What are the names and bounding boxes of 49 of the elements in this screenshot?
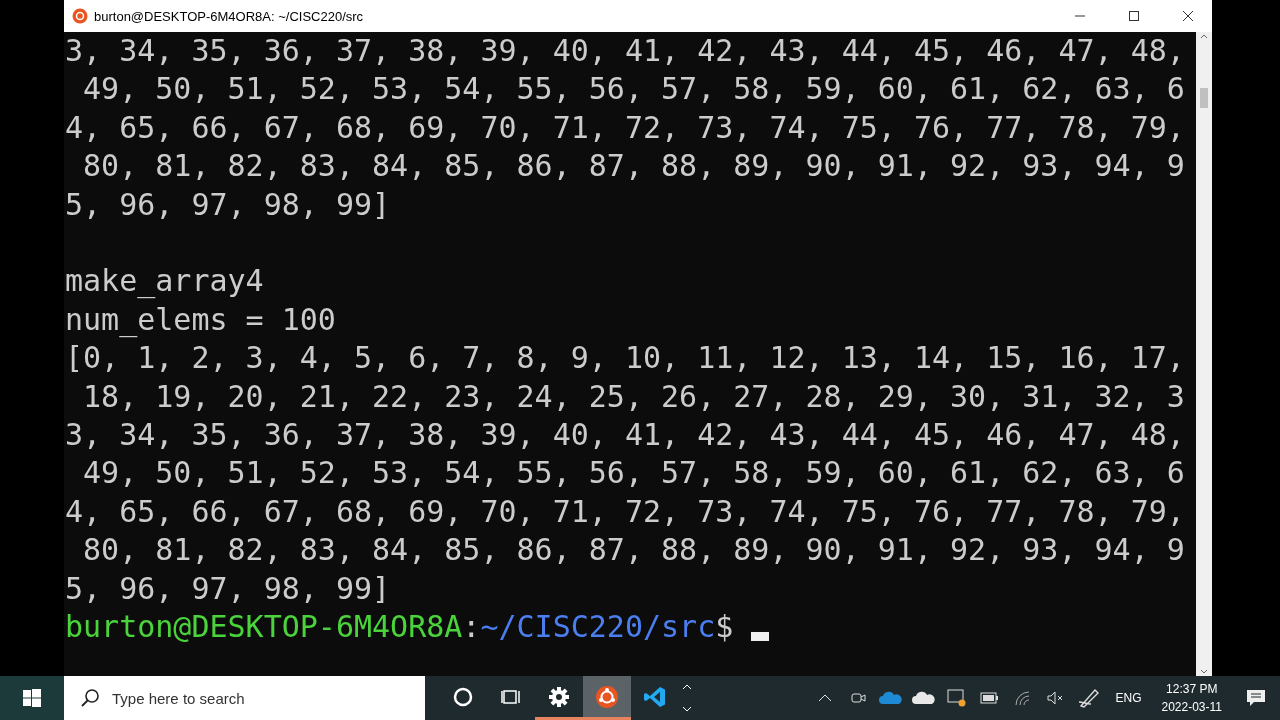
clock[interactable]: 12:37 PM 2022-03-11 (1151, 680, 1232, 716)
taskbar-app-button[interactable] (583, 676, 631, 720)
terminal-output-line: 5, 96, 97, 98, 99] (65, 185, 391, 224)
terminal-output-line: 5, 96, 97, 98, 99] (65, 569, 391, 608)
terminal-output-line: make_array4 (65, 262, 264, 301)
minimize-icon (1075, 15, 1085, 17)
battery-icon[interactable] (980, 692, 1000, 704)
scroll-down-icon[interactable] (682, 705, 692, 713)
prompt-symbol: $ (715, 608, 734, 647)
search-field[interactable]: Type here to search (64, 676, 425, 720)
cloud-icon[interactable] (912, 691, 936, 705)
terminal-output-line: [0, 1, 2, 3, 4, 5, 6, 7, 8, 9, 10, 11, 12, 13, 14, 15, 16, 17, (65, 339, 1185, 378)
search-icon (80, 688, 100, 708)
screen-sync-icon[interactable] (947, 689, 967, 707)
speaker-muted-icon[interactable] (1047, 691, 1065, 705)
terminal-output-line: 3, 34, 35, 36, 37, 38, 39, 40, 41, 42, 43, 44, 45, 46, 47, 48, (65, 416, 1185, 455)
close-icon (1183, 11, 1193, 21)
terminal-output-line: 3, 34, 35, 36, 37, 38, 39, 40, 41, 42, 43, 44, 45, 46, 47, 48, (65, 32, 1185, 70)
pen-icon[interactable] (1078, 688, 1100, 708)
maximize-icon (1129, 11, 1139, 21)
task-view-icon (501, 687, 521, 706)
circle-icon (453, 686, 473, 707)
terminal-output-line: 49, 50, 51, 52, 53, 54, 55, 56, 57, 58, 59, 60, 61, 62, 63, 6 (82, 70, 1185, 109)
scroll-up-icon[interactable] (682, 683, 692, 691)
wifi-icon[interactable] (1014, 690, 1032, 706)
language-indicator[interactable]: ENG (1105, 691, 1152, 705)
terminal-output-line: num_elems = 100 (65, 300, 336, 340)
terminal-output-line: 4, 65, 66, 67, 68, 69, 70, 71, 72, 73, 74, 75, 76, 77, 78, 79, (65, 492, 1185, 531)
scrollbar[interactable] (1196, 32, 1212, 676)
start-button[interactable] (0, 676, 64, 720)
camera-icon[interactable] (850, 690, 866, 706)
terminal-output-line: 18, 19, 20, 21, 22, 23, 24, 25, 26, 27, 28, 29, 30, 31, 32, 3 (82, 377, 1185, 416)
windows-icon (23, 689, 41, 707)
scrollbar-thumb[interactable] (1200, 88, 1208, 108)
prompt-path: ~/CISC220/src (480, 608, 716, 647)
gear-icon (548, 685, 570, 708)
terminal-output-line: 4, 65, 66, 67, 68, 69, 70, 71, 72, 73, 74, 75, 76, 77, 78, 79, (65, 108, 1185, 147)
chevron-up-icon[interactable] (818, 694, 832, 702)
ubuntu-icon (72, 8, 88, 24)
ubuntu-icon (595, 684, 619, 709)
text-cursor (751, 631, 770, 641)
terminal-output-line: 49, 50, 51, 52, 53, 54, 55, 56, 57, 58, 59, 60, 61, 62, 63, 6 (82, 454, 1185, 493)
terminal-output-line: 80, 81, 82, 83, 84, 85, 86, 87, 88, 89, 90, 91, 92, 93, 94, 9 (82, 531, 1185, 570)
terminal-output-line: 80, 81, 82, 83, 84, 85, 86, 87, 88, 89, 90, 91, 92, 93, 94, 9 (82, 147, 1185, 186)
window-title: burton@DESKTOP-6M4OR8A: ~/CISC220/src (94, 8, 365, 24)
code-editor-icon (643, 684, 667, 709)
prompt-separator: : (462, 608, 481, 647)
prompt-user-host: burton@DESKTOP-6M4OR8A (65, 608, 463, 647)
notification-icon[interactable] (1246, 689, 1266, 707)
